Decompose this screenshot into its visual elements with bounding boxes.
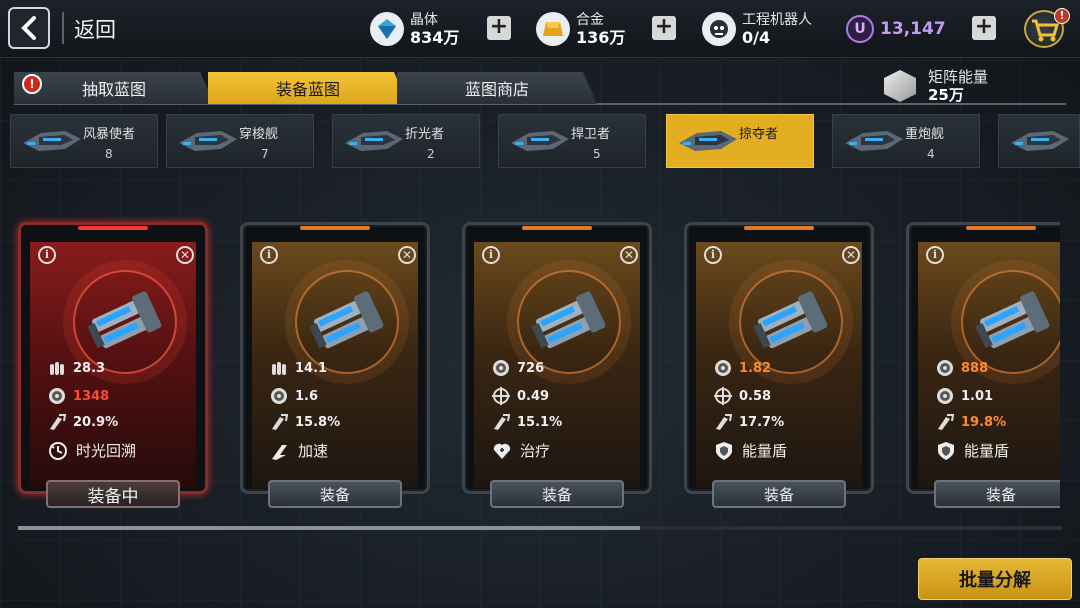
equip-button[interactable]: 装备中 <box>46 480 180 508</box>
stat-value: 20.9% <box>73 414 119 430</box>
stat-row: 15.8% <box>270 412 340 432</box>
card-top-glow <box>300 226 370 230</box>
card-body: 888 1.01 19.8% 能量盾 <box>918 242 1060 488</box>
stat-value: 1.01 <box>961 388 994 404</box>
stat-row: 1.6 <box>270 386 318 406</box>
turbine-icon <box>48 387 66 405</box>
stat-value: 15.1% <box>517 414 563 430</box>
equip-button[interactable]: 装备 <box>268 480 402 508</box>
equip-button[interactable]: 装备 <box>490 480 624 508</box>
stat-value: 14.1 <box>295 360 328 376</box>
stat-value: 1348 <box>73 388 110 404</box>
equip-button[interactable]: 装备 <box>934 480 1060 508</box>
ship-image <box>529 286 609 358</box>
info-icon[interactable]: i <box>38 246 56 264</box>
close-icon[interactable]: ✕ <box>842 246 860 264</box>
stat-row: 1.01 <box>936 386 993 406</box>
stat-value: 15.8% <box>295 414 341 430</box>
stat-row: 1.82 <box>714 358 771 378</box>
shield-icon <box>714 441 734 461</box>
card-body: 1.82 0.58 17.7% 能量盾 <box>696 242 862 488</box>
ship-image <box>85 286 165 358</box>
crosshair-icon <box>492 387 510 405</box>
skill-row: 能量盾 <box>936 440 1009 461</box>
skill-row: 治疗 <box>492 440 550 461</box>
card-body: 28.3 1348 20.9% 时光回溯 <box>30 242 196 488</box>
close-icon[interactable]: ✕ <box>620 246 638 264</box>
boost-icon <box>270 441 290 461</box>
stat-row: 14.1 <box>270 358 327 378</box>
card-top-glow <box>78 226 148 230</box>
stat-row: 19.8% <box>936 412 1006 432</box>
stat-row: 20.9% <box>48 412 118 432</box>
card-top-glow <box>522 226 592 230</box>
stat-row: 17.7% <box>714 412 784 432</box>
card-body: 726 0.49 15.1% 治疗 <box>474 242 640 488</box>
stat-row: 15.1% <box>492 412 562 432</box>
turbine-icon <box>936 359 954 377</box>
time-rewind-icon <box>48 441 68 461</box>
turbine-icon <box>270 387 288 405</box>
blueprint-card[interactable]: 1.82 0.58 17.7% 能量盾 i ✕ 装备 <box>684 222 874 510</box>
ammo-icon <box>48 359 66 377</box>
turbine-icon <box>714 359 732 377</box>
stat-value: 28.3 <box>73 360 106 376</box>
skill-name: 能量盾 <box>964 442 1010 460</box>
blueprint-card[interactable]: 726 0.49 15.1% 治疗 i ✕ 装备 <box>462 222 652 510</box>
stat-row: 28.3 <box>48 358 105 378</box>
card-top-glow <box>744 226 814 230</box>
card-top-glow <box>966 226 1036 230</box>
thruster-icon <box>714 413 732 431</box>
stat-value: 17.7% <box>739 414 785 430</box>
card-body: 14.1 1.6 15.8% 加速 <box>252 242 418 488</box>
stat-row: 0.58 <box>714 386 771 406</box>
skill-name: 加速 <box>298 442 329 460</box>
stat-row: 888 <box>936 358 988 378</box>
info-icon[interactable]: i <box>260 246 278 264</box>
skill-row: 能量盾 <box>714 440 787 461</box>
blueprint-card[interactable]: 28.3 1348 20.9% 时光回溯 i ✕ 装备中 <box>18 222 208 510</box>
close-icon[interactable]: ✕ <box>398 246 416 264</box>
skill-name: 治疗 <box>520 442 551 460</box>
blueprint-card[interactable]: 8881.0119.8%能量盾i✕装备 <box>906 222 1060 510</box>
scrollbar-thumb[interactable] <box>18 526 640 530</box>
stat-value: 888 <box>961 360 989 376</box>
stat-value: 19.8% <box>961 414 1007 430</box>
stat-row: 0.49 <box>492 386 549 406</box>
stat-value: 0.58 <box>739 388 772 404</box>
blueprint-card[interactable]: 14.1 1.6 15.8% 加速 i ✕ 装备 <box>240 222 430 510</box>
skill-row: 时光回溯 <box>48 440 136 461</box>
stat-value: 1.82 <box>739 360 772 376</box>
bulk-dismantle-button[interactable]: 批量分解 <box>918 558 1072 600</box>
stat-row: 726 <box>492 358 544 378</box>
info-icon[interactable]: i <box>482 246 500 264</box>
stat-row: 1348 <box>48 386 109 406</box>
thruster-icon <box>48 413 66 431</box>
turbine-icon <box>492 359 510 377</box>
info-icon[interactable]: i <box>704 246 722 264</box>
ammo-icon <box>270 359 288 377</box>
stat-value: 0.49 <box>517 388 550 404</box>
ship-image <box>751 286 831 358</box>
turbine-icon <box>936 387 954 405</box>
thruster-icon <box>270 413 288 431</box>
info-icon[interactable]: i <box>926 246 944 264</box>
heal-icon <box>492 441 512 461</box>
crosshair-icon <box>714 387 732 405</box>
shield-icon <box>936 441 956 461</box>
thruster-icon <box>936 413 954 431</box>
stat-value: 1.6 <box>295 388 319 404</box>
stat-value: 726 <box>517 360 545 376</box>
skill-row: 加速 <box>270 440 328 461</box>
skill-name: 时光回溯 <box>76 442 137 460</box>
skill-name: 能量盾 <box>742 442 788 460</box>
ship-image <box>307 286 387 358</box>
thruster-icon <box>492 413 510 431</box>
close-icon[interactable]: ✕ <box>176 246 194 264</box>
equip-button[interactable]: 装备 <box>712 480 846 508</box>
ship-image <box>973 286 1053 358</box>
